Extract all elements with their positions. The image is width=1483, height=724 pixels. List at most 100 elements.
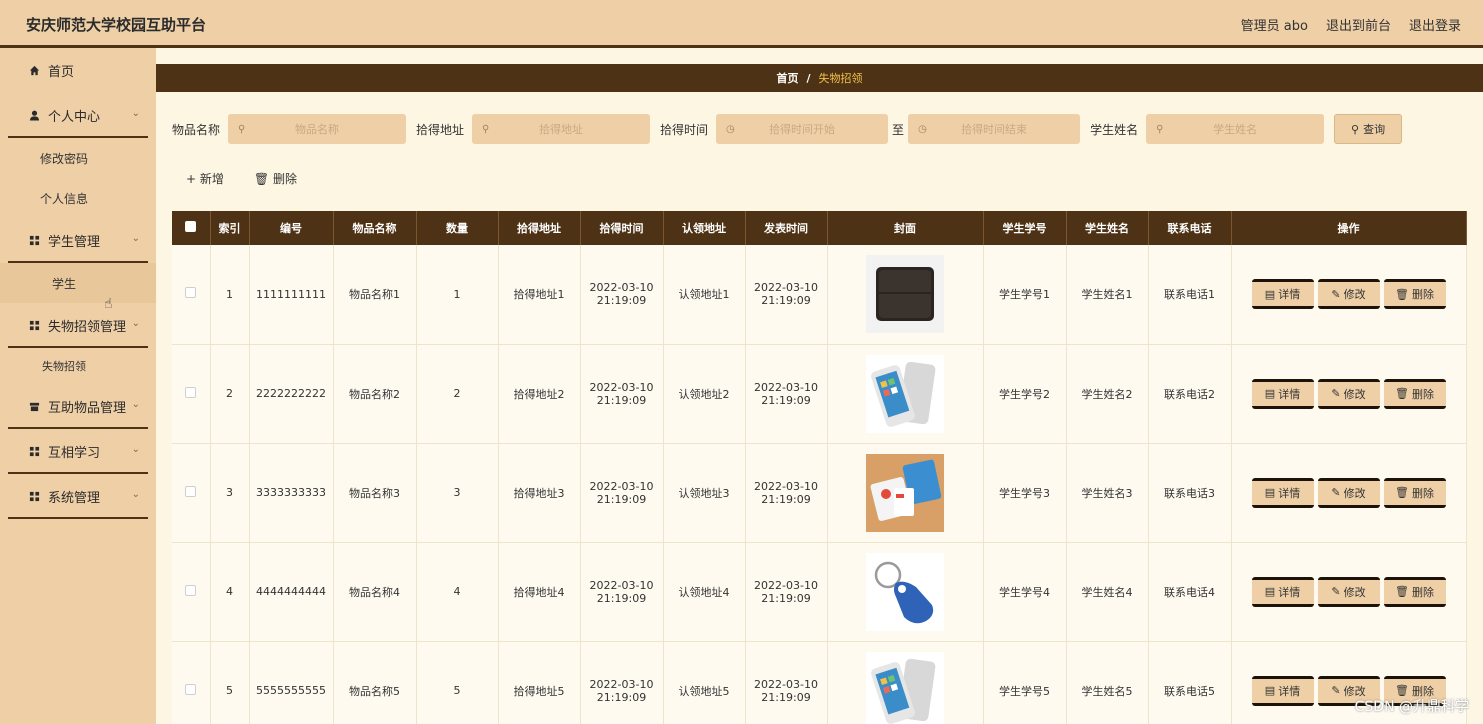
row-checkbox[interactable] bbox=[185, 584, 197, 596]
batch-delete-button[interactable]: 🗑 删除 bbox=[254, 170, 297, 187]
detail-button[interactable]: ▤ 详情 bbox=[1251, 576, 1314, 607]
row-checkbox[interactable] bbox=[185, 485, 197, 497]
sidebar-item-label: 首页 bbox=[48, 65, 75, 80]
publish-date: 2022-03-10 bbox=[754, 380, 818, 394]
sidebar-item-lost-found-mgmt[interactable]: 失物招领管理 ⌄ bbox=[0, 303, 156, 348]
found-time: 21:19:09 bbox=[596, 591, 647, 605]
edit-button[interactable]: ✎ 修改 bbox=[1317, 279, 1380, 310]
cell-item-name: 物品名称5 bbox=[333, 641, 417, 724]
found-date: 2022-03-10 bbox=[589, 479, 654, 493]
breadcrumb-home[interactable]: 首页 bbox=[776, 70, 798, 86]
student-name-input[interactable] bbox=[1146, 114, 1325, 144]
query-button[interactable]: ⚲ 查询 bbox=[1334, 114, 1403, 144]
admin-user-label[interactable]: 管理员 abo bbox=[1241, 15, 1308, 34]
query-button-label: 查询 bbox=[1363, 123, 1386, 136]
edit-button[interactable]: ✎ 修改 bbox=[1317, 576, 1380, 607]
exit-to-front-link[interactable]: 退出到前台 bbox=[1326, 15, 1391, 34]
publish-time: 21:19:09 bbox=[761, 591, 811, 605]
row-checkbox[interactable] bbox=[185, 683, 197, 695]
sidebar: 首页 个人中心 ⌄ 修改密码 个人信息 学生管理 ⌄ 学生 失物招领管理 ⌄ 失… bbox=[0, 48, 156, 724]
detail-button[interactable]: ▤ 详情 bbox=[1251, 675, 1314, 706]
address-input[interactable] bbox=[472, 114, 651, 144]
sidebar-item-label: 系统管理 bbox=[48, 491, 101, 506]
row-select-cell[interactable] bbox=[172, 542, 211, 642]
sidebar-subitem-change-password[interactable]: 修改密码 bbox=[0, 138, 156, 178]
chevron-down-icon: ⌄ bbox=[131, 399, 140, 410]
sidebar-item-mutual-learning[interactable]: 互相学习 ⌄ bbox=[0, 429, 156, 474]
item-name-field[interactable]: ⚲ bbox=[228, 114, 407, 144]
column-header: 拾得地址 bbox=[498, 211, 581, 245]
found-time: 21:19:09 bbox=[596, 294, 647, 308]
row-select-cell[interactable] bbox=[172, 443, 211, 543]
column-header: 封面 bbox=[827, 211, 984, 245]
cell-student-name: 学生姓名2 bbox=[1066, 344, 1149, 444]
publish-time: 21:19:09 bbox=[761, 690, 811, 704]
row-select-cell[interactable] bbox=[172, 344, 211, 444]
select-all-cell[interactable] bbox=[172, 211, 211, 245]
sidebar-item-student-mgmt[interactable]: 学生管理 ⌄ bbox=[0, 218, 156, 263]
delete-button[interactable]: 🗑 删除 bbox=[1383, 576, 1446, 607]
delete-button-label: 删除 bbox=[1411, 486, 1434, 500]
plus-icon: + bbox=[186, 172, 197, 186]
cell-found-address: 拾得地址3 bbox=[498, 443, 581, 543]
logout-link[interactable]: 退出登录 bbox=[1409, 15, 1461, 34]
time-start-field[interactable]: ◷ bbox=[716, 114, 889, 144]
column-header: 索引 bbox=[210, 211, 250, 245]
cell-code: 4444444444 bbox=[249, 542, 334, 642]
delete-button[interactable]: 🗑 删除 bbox=[1383, 378, 1446, 409]
detail-button[interactable]: ▤ 详情 bbox=[1251, 477, 1314, 508]
box-icon bbox=[28, 401, 40, 412]
sidebar-item-home[interactable]: 首页 bbox=[0, 48, 156, 93]
select-all-checkbox[interactable] bbox=[185, 221, 197, 232]
detail-button-label: 详情 bbox=[1278, 684, 1301, 698]
pencil-icon: ✎ bbox=[1331, 387, 1341, 400]
cell-found-time: 2022-03-10 21:19:09 bbox=[580, 542, 664, 642]
cell-phone: 联系电话2 bbox=[1148, 344, 1232, 444]
publish-time: 21:19:09 bbox=[761, 294, 811, 308]
time-end-input[interactable] bbox=[908, 114, 1081, 144]
edit-button[interactable]: ✎ 修改 bbox=[1317, 477, 1380, 508]
cell-item-name: 物品名称4 bbox=[333, 542, 417, 642]
edit-button[interactable]: ✎ 修改 bbox=[1317, 378, 1380, 409]
row-select-cell[interactable] bbox=[172, 245, 211, 345]
edit-button-label: 修改 bbox=[1343, 387, 1366, 401]
delete-button[interactable]: 🗑 删除 bbox=[1383, 477, 1446, 508]
home-icon bbox=[28, 65, 40, 76]
sidebar-item-mutual-items-mgmt[interactable]: 互助物品管理 ⌄ bbox=[0, 384, 156, 429]
sidebar-subitem-lost-found[interactable]: 失物招领 bbox=[0, 348, 156, 384]
item-name-input[interactable] bbox=[228, 114, 407, 144]
cell-found-address: 拾得地址2 bbox=[498, 344, 581, 444]
found-date: 2022-03-10 bbox=[589, 281, 654, 295]
cell-found-address: 拾得地址5 bbox=[498, 641, 581, 724]
sidebar-subitem-personal-info[interactable]: 个人信息 bbox=[0, 178, 156, 218]
cell-cover bbox=[827, 542, 984, 642]
grid-icon bbox=[28, 446, 40, 457]
found-date: 2022-03-10 bbox=[589, 578, 654, 592]
cell-code: 2222222222 bbox=[249, 344, 334, 444]
address-field[interactable]: ⚲ bbox=[472, 114, 651, 144]
sidebar-subitem-student[interactable]: 学生 bbox=[0, 263, 156, 303]
time-end-field[interactable]: ◷ bbox=[908, 114, 1081, 144]
pencil-icon: ✎ bbox=[1331, 684, 1341, 697]
row-checkbox[interactable] bbox=[185, 287, 197, 299]
detail-button[interactable]: ▤ 详情 bbox=[1251, 279, 1314, 310]
sidebar-item-system-mgmt[interactable]: 系统管理 ⌄ bbox=[0, 474, 156, 519]
time-start-input[interactable] bbox=[716, 114, 889, 144]
delete-button[interactable]: 🗑 删除 bbox=[1383, 279, 1446, 310]
column-header: 物品名称 bbox=[333, 211, 417, 245]
row-checkbox[interactable] bbox=[185, 386, 197, 398]
cell-claim-address: 认领地址3 bbox=[663, 443, 746, 543]
student-name-field[interactable]: ⚲ bbox=[1146, 114, 1325, 144]
sidebar-item-personal-center[interactable]: 个人中心 ⌄ bbox=[0, 93, 156, 138]
chevron-down-icon: ⌄ bbox=[131, 318, 140, 329]
publish-date: 2022-03-10 bbox=[754, 479, 818, 493]
detail-button[interactable]: ▤ 详情 bbox=[1251, 378, 1314, 409]
cover-image bbox=[828, 552, 983, 631]
cell-code: 5555555555 bbox=[249, 641, 334, 724]
row-select-cell[interactable] bbox=[172, 641, 211, 724]
cell-student-id: 学生学号2 bbox=[983, 344, 1067, 444]
cell-claim-address: 认领地址1 bbox=[663, 245, 746, 345]
action-bar: + 新增 🗑 删除 bbox=[186, 170, 297, 187]
cell-claim-address: 认领地址4 bbox=[663, 542, 746, 642]
add-button[interactable]: + 新增 bbox=[186, 170, 224, 187]
